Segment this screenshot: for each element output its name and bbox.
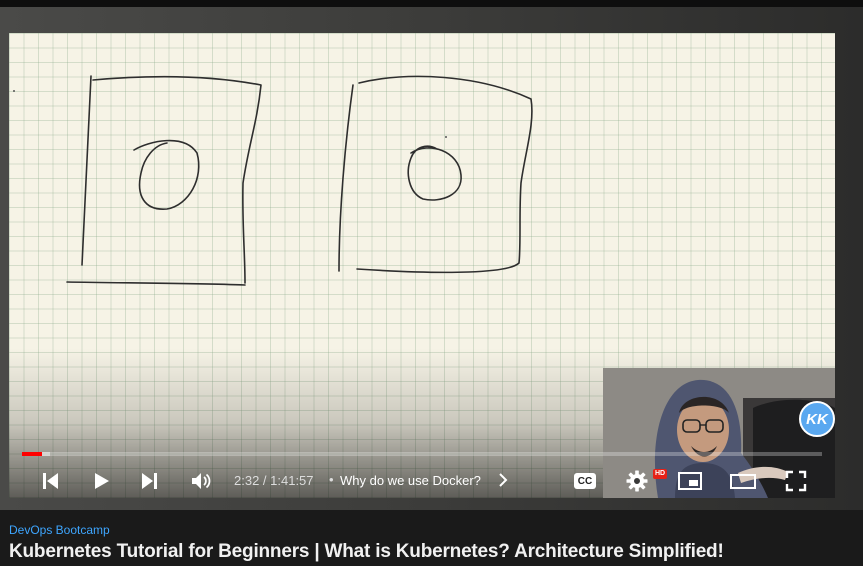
settings-icon	[626, 470, 648, 492]
time-display: 2:32 / 1:41:57	[234, 473, 314, 488]
volume-icon	[192, 473, 211, 489]
play-button[interactable]	[88, 466, 114, 496]
miniplayer-icon	[678, 472, 702, 490]
chapter-title[interactable]: Why do we use Docker?	[340, 473, 481, 488]
progress-played	[22, 452, 42, 456]
previous-icon	[43, 473, 58, 489]
drawn-box-right	[338, 84, 354, 272]
channel-link[interactable]: DevOps Bootcamp	[9, 523, 110, 537]
video-player[interactable]: KK 2:32 / 1:41:57 • Why do we use Docker…	[9, 33, 835, 498]
drawn-circle-right	[407, 145, 462, 201]
next-button[interactable]	[137, 466, 163, 496]
fullscreen-icon	[785, 470, 807, 492]
hd-badge: HD	[653, 469, 668, 479]
theater-icon	[730, 474, 756, 489]
previous-button[interactable]	[37, 466, 63, 496]
captions-icon: CC	[574, 473, 596, 489]
channel-logo-badge: KK	[799, 401, 835, 437]
volume-button[interactable]	[187, 466, 215, 496]
chapter-separator: •	[329, 472, 334, 487]
captions-button[interactable]: CC	[571, 466, 599, 496]
next-icon	[142, 473, 157, 489]
chapter-chevron-button[interactable]	[497, 471, 509, 494]
progress-bar[interactable]	[22, 452, 822, 456]
miniplayer-button[interactable]	[675, 466, 705, 496]
player-controls: 2:32 / 1:41:57 • Why do we use Docker? C…	[9, 463, 835, 498]
video-title: Kubernetes Tutorial for Beginners | What…	[9, 541, 724, 562]
top-bar	[0, 0, 863, 7]
logo-text: KK	[806, 410, 828, 428]
settings-button[interactable]	[623, 466, 651, 496]
theater-mode-button[interactable]	[727, 466, 759, 496]
captions-label: CC	[577, 475, 593, 487]
drawn-box-left	[81, 75, 92, 266]
play-icon	[95, 473, 109, 489]
drawn-circle-left	[133, 139, 200, 210]
chevron-right-icon	[499, 473, 508, 487]
fullscreen-button[interactable]	[782, 466, 810, 496]
